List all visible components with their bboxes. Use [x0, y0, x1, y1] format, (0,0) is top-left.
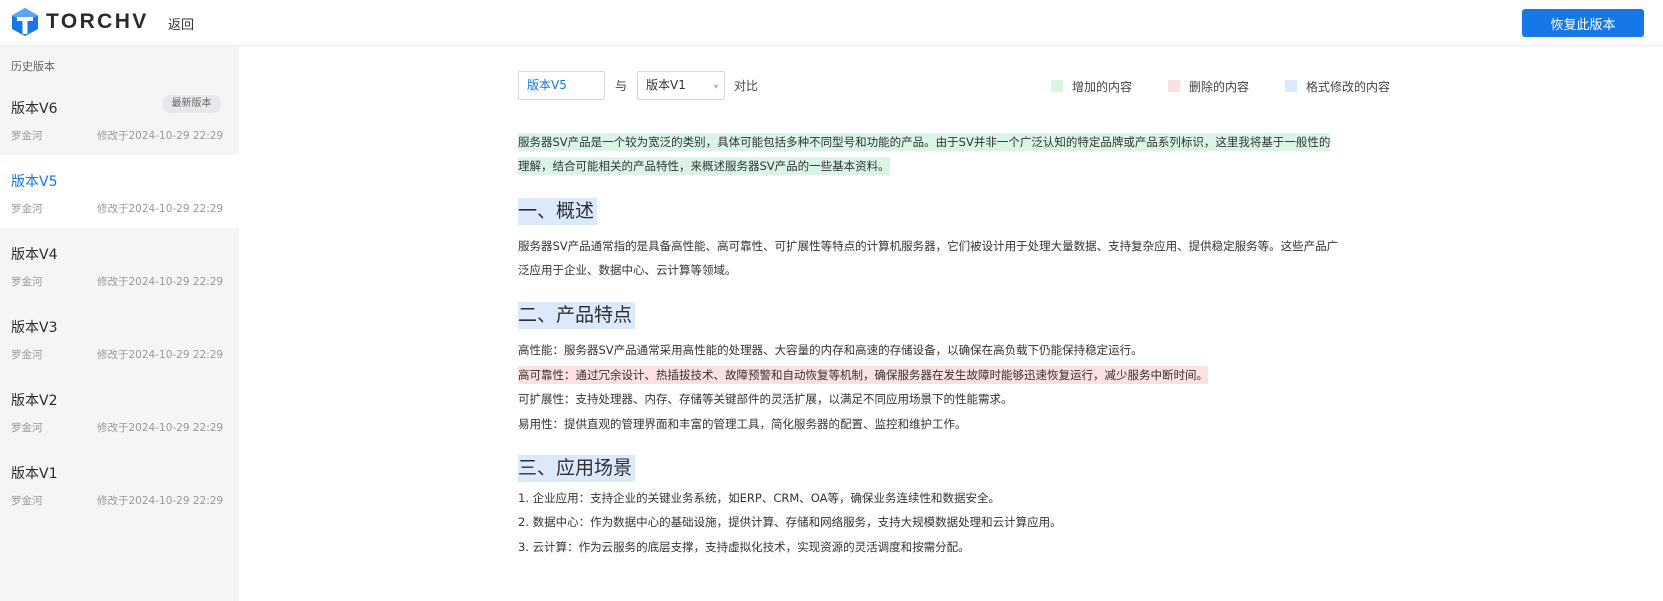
feature-scalability: 可扩展性：支持处理器、内存、存储等关键部件的灵活扩展，以满足不同应用场景下的性能…	[518, 392, 1013, 406]
version-item-v1[interactable]: 版本V1 罗金河 修改于2024-10-29 22:29	[0, 447, 239, 520]
feature-performance: 高性能：服务器SV产品通常采用高性能的处理器、大容量的内存和高速的存储设备，以确…	[518, 343, 1143, 357]
overview-line-2: 泛应用于企业、数据中心、云计算等领域。	[518, 263, 737, 277]
scenario-cloud: 3. 云计算：作为云服务的底层支撑，支持虚拟化技术，实现资源的灵活调度和按需分配…	[518, 540, 970, 554]
version-item-v4[interactable]: 版本V4 罗金河 修改于2024-10-29 22:29	[0, 228, 239, 301]
version-name: 版本V5	[11, 174, 58, 190]
restore-version-button[interactable]: 恢复此版本	[1522, 9, 1644, 37]
feature-reliability: 高可靠性：通过冗余设计、热插拔技术、故障预警和自动恢复等机制，确保服务器在发生故…	[518, 363, 1208, 388]
format-swatch	[1285, 80, 1297, 92]
version-name: 版本V2	[11, 393, 58, 409]
logo-text: TORCHV	[46, 10, 149, 33]
version-time: 修改于2024-10-29 22:29	[97, 495, 224, 507]
top-bar: TORCHV 返回 恢复此版本	[0, 0, 1663, 46]
target-version-value: 版本V1	[646, 78, 686, 92]
legend-deleted-label: 删除的内容	[1189, 79, 1250, 94]
torchv-logo-icon	[12, 8, 38, 36]
target-version-select[interactable]: 版本V1 ▾	[637, 71, 726, 100]
heading-scenarios: 三、应用场景	[518, 455, 636, 482]
version-item-v2[interactable]: 版本V2 罗金河 修改于2024-10-29 22:29	[0, 374, 239, 447]
legend-format-label: 格式修改的内容	[1306, 79, 1391, 94]
current-version-field[interactable]: 版本V5	[518, 71, 605, 100]
version-author: 罗金河	[11, 495, 43, 507]
feature-usability: 易用性：提供直观的管理界面和丰富的管理工具，简化服务器的配置、监控和维护工作。	[518, 417, 967, 431]
version-item-v3[interactable]: 版本V3 罗金河 修改于2024-10-29 22:29	[0, 301, 239, 374]
legend-format: 格式修改的内容	[1285, 79, 1391, 94]
version-time: 修改于2024-10-29 22:29	[97, 349, 224, 361]
intro-paragraph-line-2: 理解，结合可能相关的产品特性，来概述服务器SV产品的一些基本资料。	[518, 154, 890, 179]
version-author: 罗金河	[11, 349, 43, 361]
version-item-v6[interactable]: 版本V6 最新版本 罗金河 修改于2024-10-29 22:29	[0, 82, 239, 155]
scenario-datacenter: 2. 数据中心：作为数据中心的基础设施，提供计算、存储和网络服务，支持大规模数据…	[518, 515, 1062, 529]
version-time: 修改于2024-10-29 22:29	[97, 422, 224, 434]
scenario-enterprise: 1. 企业应用：支持企业的关键业务系统，如ERP、CRM、OA等，确保业务连续性…	[518, 491, 1000, 505]
latest-version-badge: 最新版本	[162, 95, 221, 113]
logo[interactable]: TORCHV	[10, 7, 149, 37]
version-history-sidebar: 历史版本 版本V6 最新版本 罗金河 修改于2024-10-29 22:29 版…	[0, 46, 239, 601]
legend-added-label: 增加的内容	[1072, 79, 1133, 94]
added-swatch	[1051, 80, 1063, 92]
back-link[interactable]: 返回	[168, 14, 194, 33]
version-author: 罗金河	[11, 276, 43, 288]
heading-overview: 一、概述	[518, 198, 598, 225]
version-time: 修改于2024-10-29 22:29	[97, 130, 224, 142]
version-author: 罗金河	[11, 130, 43, 142]
version-item-v5[interactable]: 版本V5 罗金河 修改于2024-10-29 22:29	[0, 155, 239, 228]
version-time: 修改于2024-10-29 22:29	[97, 203, 224, 215]
chevron-down-icon: ▾	[714, 82, 719, 91]
legend-deleted: 删除的内容	[1168, 79, 1250, 94]
version-time: 修改于2024-10-29 22:29	[97, 276, 224, 288]
legend-added: 增加的内容	[1051, 79, 1133, 94]
version-name: 版本V6	[11, 101, 58, 117]
version-name: 版本V4	[11, 247, 58, 263]
heading-features: 二、产品特点	[518, 302, 636, 329]
overview-line-1: 服务器SV产品通常指的是具备高性能、高可靠性、可扩展性等特点的计算机服务器，它们…	[518, 239, 1339, 253]
deleted-swatch	[1168, 80, 1180, 92]
compare-bar: 版本V5 与 版本V1 ▾ 对比	[518, 71, 758, 100]
version-author: 罗金河	[11, 422, 43, 434]
version-name: 版本V3	[11, 320, 58, 336]
deleted-text: 高可靠性：通过冗余设计、热插拔技术、故障预警和自动恢复等机制，确保服务器在发生故…	[518, 366, 1208, 384]
added-text: 服务器SV产品是一个较为宽泛的类别，具体可能包括多种不同型号和功能的产品。由于S…	[518, 133, 1331, 151]
compare-label: 对比	[734, 79, 759, 93]
added-text: 理解，结合可能相关的产品特性，来概述服务器SV产品的一些基本资料。	[518, 157, 890, 175]
sidebar-title: 历史版本	[11, 60, 55, 73]
version-name: 版本V1	[11, 466, 58, 482]
version-author: 罗金河	[11, 203, 43, 215]
intro-paragraph-line-1: 服务器SV产品是一个较为宽泛的类别，具体可能包括多种不同型号和功能的产品。由于S…	[518, 130, 1331, 155]
compare-with-label: 与	[615, 79, 628, 93]
